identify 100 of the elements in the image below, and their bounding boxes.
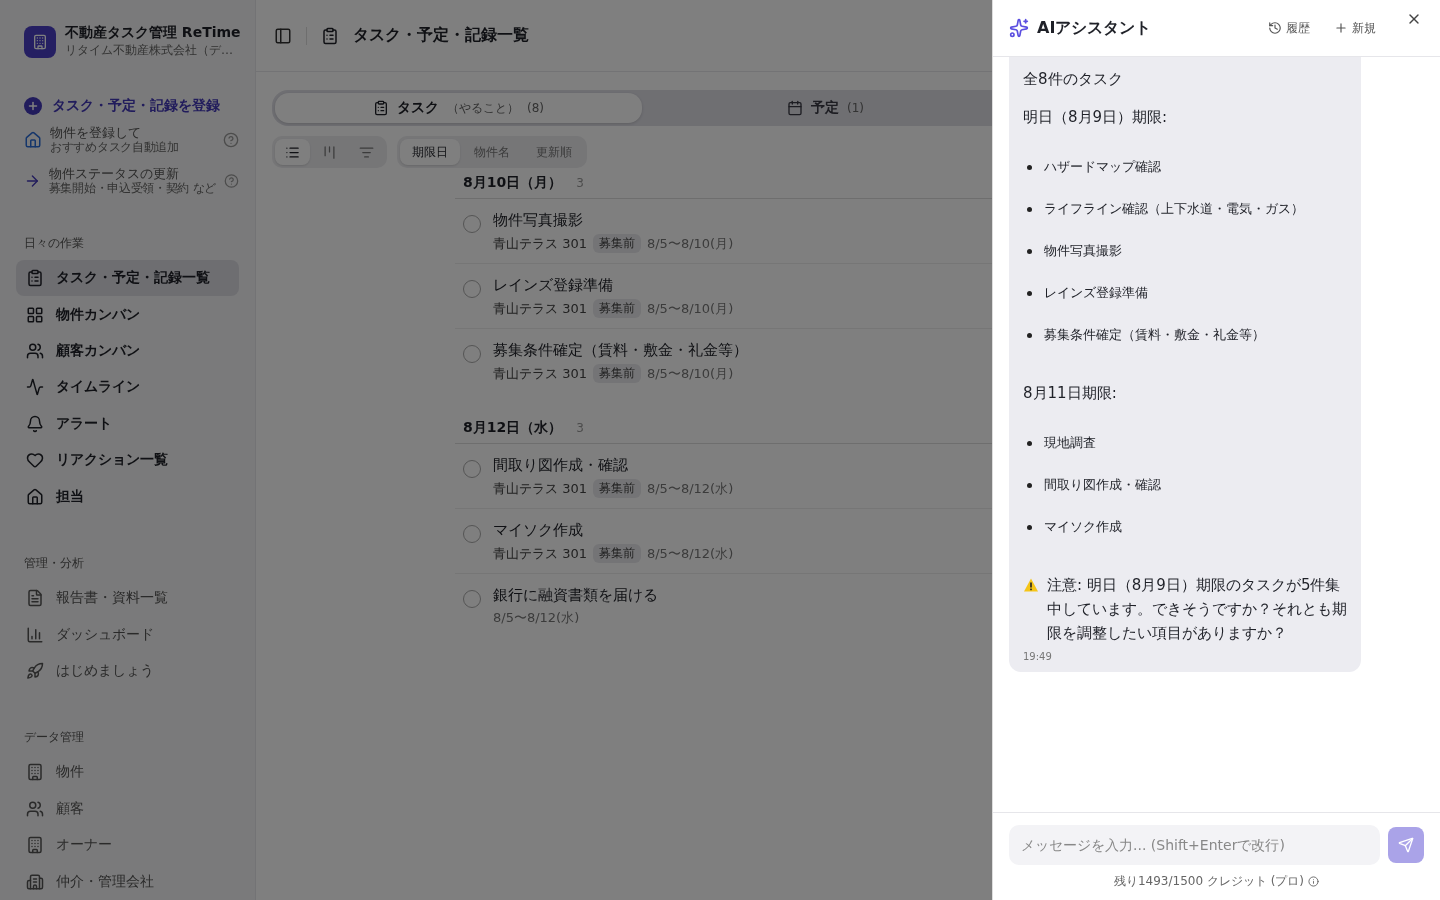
nav-item[interactable]: オーナー: [16, 827, 239, 864]
company-name: リタイム不動産株式会社（デ…: [65, 42, 234, 59]
quick-action-subtitle: 募集開始・申込受領・契約 など: [48, 181, 217, 195]
task-checkbox[interactable]: [463, 280, 481, 298]
building-icon: [26, 836, 44, 855]
status-badge: 募集前: [592, 364, 641, 383]
list-item: レインズ登録準備: [1044, 284, 1148, 302]
people-icon: [26, 799, 44, 818]
nav-item[interactable]: 顧客カンバン: [16, 332, 239, 370]
nav-item[interactable]: ダッシュボード: [16, 616, 239, 653]
panel-title: AIアシスタント: [1037, 17, 1153, 39]
bullet-icon: [1027, 290, 1032, 296]
columns-icon: [322, 144, 337, 160]
status-badge: 募集前: [592, 544, 641, 563]
view-mode-button[interactable]: [275, 139, 310, 165]
nav-item[interactable]: 報告書・資料一覧: [16, 579, 239, 617]
new-chat-button[interactable]: 新規: [1326, 19, 1384, 37]
quick-action[interactable]: 物件ステータスの更新 募集開始・申込受領・契約 など: [16, 160, 239, 201]
calendar-icon: [787, 100, 803, 116]
message-text: 明日（8月9日）期限:: [1023, 107, 1169, 128]
nav-item[interactable]: 物件カンバン: [16, 296, 239, 333]
bar-chart-icon: [26, 625, 44, 644]
task-checkbox[interactable]: [463, 525, 481, 543]
page-title: タスク・予定・記録一覧: [353, 25, 529, 46]
list-icon: [285, 144, 300, 160]
app-logo: [24, 25, 56, 58]
history-icon: [1268, 21, 1282, 35]
modal-backdrop[interactable]: [0, 0, 992, 900]
list-item: マイソク作成: [1044, 518, 1122, 536]
group-date: 8月12日（水）: [463, 419, 563, 437]
status-badge: 募集前: [592, 299, 641, 318]
status-badge: 募集前: [592, 479, 641, 498]
grid-icon: [26, 305, 44, 324]
section-heading: データ管理: [23, 729, 85, 747]
send-icon: [1398, 837, 1414, 853]
clipboard-icon: [373, 100, 389, 116]
task-property: 青山テラス 301: [493, 364, 587, 383]
quick-action-subtitle: おすすめタスク自動追加: [50, 140, 180, 154]
clipboard-icon: [321, 26, 339, 45]
lines-icon: [359, 144, 374, 160]
warning-text: 注意: 明日（8月9日）期限のタスクが5件集中しています。できそうですか？それとも期限を調整したい項目がありますか？: [1047, 575, 1347, 644]
bullet-icon: [1027, 164, 1032, 170]
help-icon[interactable]: [224, 172, 239, 189]
pulse-icon: [26, 378, 44, 397]
sparkles-icon: [1009, 18, 1029, 38]
history-button[interactable]: 履歴: [1260, 19, 1318, 37]
sort-button[interactable]: 期限日: [400, 139, 460, 165]
bullet-icon: [1027, 440, 1032, 446]
section-heading: 管理・分析: [23, 554, 85, 572]
tab-sublabel: （やること）: [447, 99, 519, 117]
nav-item[interactable]: タイムライン: [16, 369, 239, 406]
bullet-icon: [1027, 524, 1032, 530]
register-button[interactable]: タスク・予定・記録を登録: [16, 93, 239, 119]
building-icon: [26, 763, 44, 782]
task-checkbox[interactable]: [463, 215, 481, 233]
task-title: レインズ登録準備: [493, 276, 614, 295]
task-title: 募集条件確定（賃料・敷金・礼金等）: [493, 341, 748, 360]
building-icon: [26, 872, 44, 891]
send-button[interactable]: [1388, 827, 1424, 863]
task-checkbox[interactable]: [463, 460, 481, 478]
nav-item[interactable]: リアクション一覧: [16, 442, 239, 479]
quick-action-title: 物件ステータスの更新: [48, 166, 180, 181]
bullet-icon: [1027, 482, 1032, 488]
task-period: 8/5〜8/10(月): [646, 234, 734, 253]
task-property: 青山テラス 301: [493, 299, 587, 318]
tab[interactable]: タスク （やること） (8): [275, 93, 642, 123]
message-text: 全8件のタスク: [1023, 69, 1124, 90]
list-item: ハザードマップ確認: [1044, 158, 1161, 176]
task-checkbox[interactable]: [463, 345, 481, 363]
sidebar-toggle-icon[interactable]: [274, 26, 292, 45]
nav-item[interactable]: タスク・予定・記録一覧: [16, 260, 239, 297]
nav-item[interactable]: 仲介・管理会社: [16, 863, 239, 900]
task-property: 青山テラス 301: [493, 544, 587, 563]
task-period: 8/5〜8/12(水): [646, 544, 734, 563]
bullet-icon: [1027, 248, 1032, 254]
section-heading: 日々の作業: [23, 235, 85, 252]
task-title: マイソク作成: [493, 521, 584, 540]
nav-item[interactable]: はじめましょう: [16, 652, 239, 690]
tab-count: (8): [527, 101, 544, 115]
info-icon[interactable]: [1308, 876, 1320, 887]
app-title: 不動産タスク管理 ReTime: [65, 24, 241, 42]
nav-item[interactable]: 物件: [16, 754, 239, 791]
message-text: 8月11日期限:: [1023, 383, 1118, 404]
nav-item[interactable]: アラート: [16, 405, 239, 443]
message-input[interactable]: メッセージを入力... (Shift+Enterで改行): [1009, 825, 1380, 865]
nav-item[interactable]: 顧客: [16, 790, 239, 828]
task-period: 8/5〜8/10(月): [646, 364, 734, 383]
rocket-icon: [26, 662, 44, 680]
help-icon[interactable]: [223, 131, 239, 148]
bell-icon: [26, 414, 44, 433]
quick-action[interactable]: 物件を登録して おすすめタスク自動追加: [16, 119, 239, 160]
credits-text: 残り1493/1500 クレジット (プロ): [1113, 873, 1305, 890]
group-date: 8月10日（月）: [463, 174, 563, 192]
list-item: 現地調査: [1044, 434, 1096, 452]
bullet-icon: [1027, 206, 1032, 212]
status-badge: 募集前: [592, 234, 641, 253]
task-checkbox[interactable]: [463, 590, 481, 608]
nav-item[interactable]: 担当: [16, 478, 239, 515]
plus-icon: [1334, 21, 1348, 35]
plus-icon: [24, 97, 42, 115]
